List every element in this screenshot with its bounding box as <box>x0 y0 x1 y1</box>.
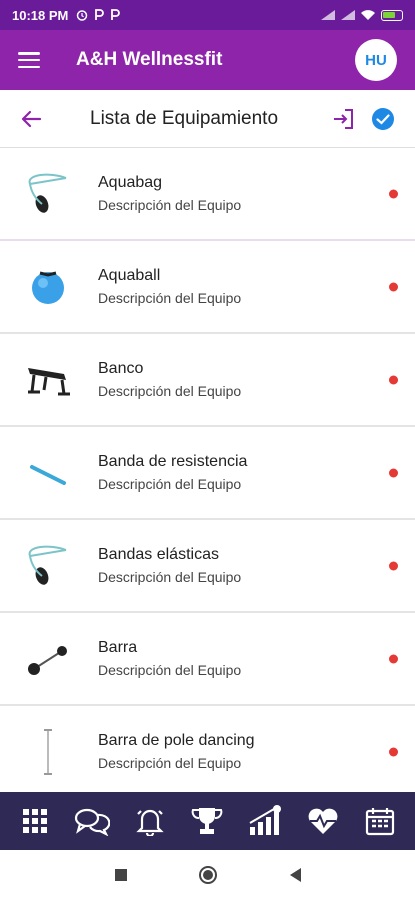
p-icon <box>95 9 105 20</box>
signal-icon <box>321 10 335 20</box>
alarm-icon <box>77 10 88 21</box>
item-name: Bandas elásticas <box>98 546 219 563</box>
recents-icon[interactable] <box>114 868 128 882</box>
status-dot <box>389 189 398 198</box>
avatar[interactable]: HU <box>355 39 397 81</box>
aquaball-icon <box>22 261 74 313</box>
wifi-icon <box>361 9 375 20</box>
item-desc: Descripción del Equipo <box>98 569 242 585</box>
calendar-icon[interactable] <box>361 802 399 840</box>
grid-icon[interactable] <box>16 802 54 840</box>
bell-icon[interactable] <box>131 802 169 840</box>
page-title: Lista de Equipamiento <box>90 107 279 129</box>
stats-icon[interactable] <box>246 802 284 840</box>
item-name: Aquabag <box>98 174 163 191</box>
menu-icon[interactable] <box>18 52 40 68</box>
subheader: Lista de Equipamiento <box>0 90 415 148</box>
list-item[interactable]: Banco Descripción del Equipo <box>0 334 415 427</box>
item-desc: Descripción del Equipo <box>98 755 242 771</box>
login-icon[interactable] <box>331 107 355 131</box>
list-item[interactable]: Banda de resistencia Descripción del Equi… <box>0 427 415 520</box>
app-title: A&H Wellnessfit <box>76 49 223 70</box>
item-name: Banda de resistencia <box>98 453 248 470</box>
item-name: Barra de pole dancing <box>98 732 255 749</box>
resistance-band-icon <box>22 447 74 499</box>
item-desc: Descripción del Equipo <box>98 383 242 399</box>
item-name: Aquaball <box>98 267 161 284</box>
status-dot <box>389 747 398 756</box>
list-item[interactable]: Bandas elásticas Descripción del Equipo <box>0 520 415 613</box>
check-icon[interactable] <box>371 107 395 131</box>
elastic-bands-icon <box>22 540 74 592</box>
battery-icon <box>381 9 403 21</box>
item-name: Banco <box>98 360 144 377</box>
list-item[interactable]: Aquaball Descripción del Equipo <box>0 241 415 334</box>
pole-icon <box>22 726 74 778</box>
home-icon[interactable] <box>198 865 218 885</box>
back-arrow-icon[interactable] <box>20 108 42 130</box>
list-item[interactable]: Aquabag Descripción del Equipo <box>0 148 415 241</box>
app-bar: A&H Wellnessfit HU <box>0 30 415 90</box>
back-icon[interactable] <box>288 867 302 883</box>
status-dot <box>389 468 398 477</box>
item-desc: Descripción del Equipo <box>98 662 242 678</box>
item-desc: Descripción del Equipo <box>98 290 242 306</box>
status-bar: 10:18 PM <box>0 0 415 30</box>
status-dot <box>389 654 398 663</box>
bench-icon <box>22 354 74 406</box>
list-item[interactable]: Barra Descripción del Equipo <box>0 613 415 706</box>
signal-icon <box>341 10 355 20</box>
item-name: Barra <box>98 639 138 656</box>
item-desc: Descripción del Equipo <box>98 197 242 213</box>
barbell-icon <box>22 633 74 685</box>
status-dot <box>389 282 398 291</box>
p-icon <box>111 9 121 20</box>
chat-icon[interactable] <box>73 802 111 840</box>
status-dot <box>389 375 398 384</box>
list-item[interactable]: Barra de pole dancing Descripción del Equ… <box>0 706 415 792</box>
status-time: 10:18 PM <box>12 7 69 23</box>
aquabag-icon <box>22 168 74 220</box>
trophy-icon[interactable] <box>188 802 226 840</box>
bottom-nav <box>0 792 415 850</box>
system-navbar <box>0 850 415 900</box>
heart-icon[interactable] <box>304 802 342 840</box>
status-dot <box>389 561 398 570</box>
equipment-list: Aquabag Descripción del Equipo Aquaball De… <box>0 148 415 792</box>
item-desc: Descripción del Equipo <box>98 476 242 492</box>
